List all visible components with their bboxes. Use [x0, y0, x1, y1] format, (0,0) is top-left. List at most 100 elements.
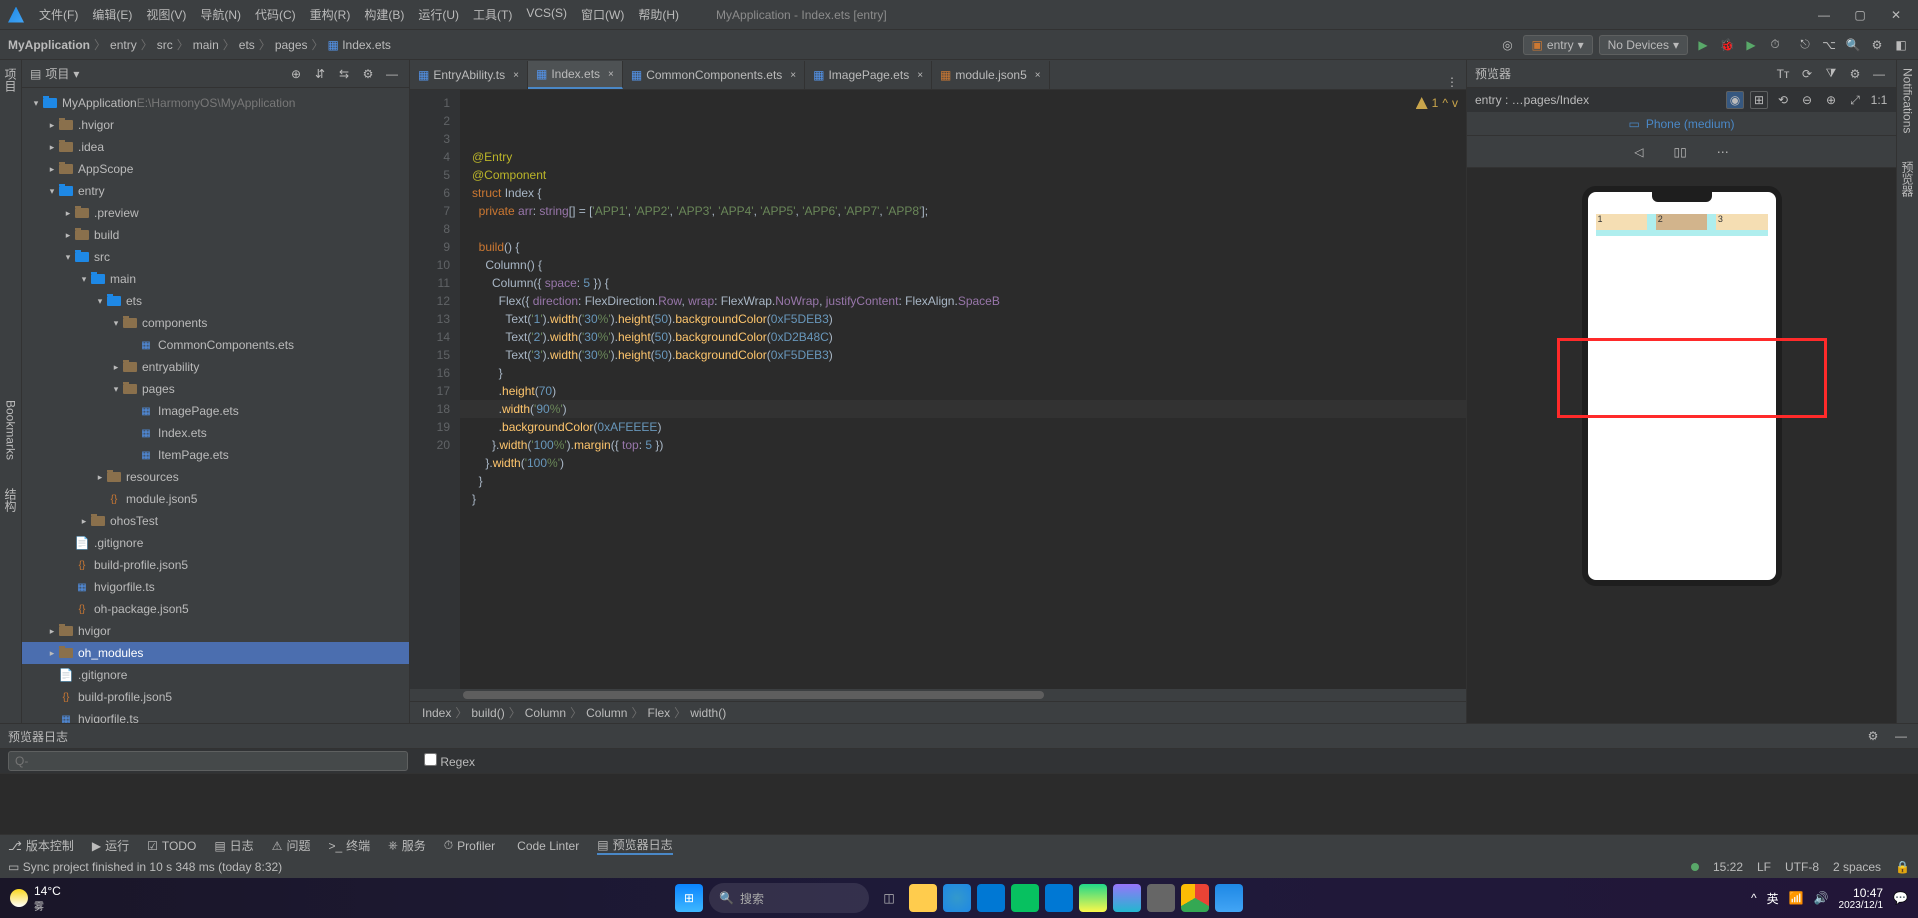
tree-row[interactable]: ▦CommonComponents.ets — [22, 334, 409, 356]
rotate-icon[interactable]: ⟲ — [1774, 91, 1792, 109]
tabs-more-icon[interactable]: ⋮ — [1438, 75, 1466, 89]
tree-row[interactable]: ▸.hvigor — [22, 114, 409, 136]
gutter-notifications[interactable]: Notifications — [1901, 64, 1915, 137]
expand-icon[interactable]: ⇵ — [311, 65, 329, 83]
tab-close-icon[interactable]: × — [790, 70, 796, 81]
tree-row[interactable]: ▸.preview — [22, 202, 409, 224]
editor-tab[interactable]: ▦ImagePage.ets× — [805, 61, 932, 89]
menu-文件(F)[interactable]: 文件(F) — [32, 6, 85, 23]
crumb[interactable]: pages — [275, 38, 308, 52]
more-icon[interactable]: ⋯ — [1711, 143, 1735, 161]
tree-row[interactable]: ▾entry — [22, 180, 409, 202]
attach-icon[interactable]: ⎋ — [1796, 36, 1814, 54]
tree-row[interactable]: ▸build — [22, 224, 409, 246]
tree-row[interactable]: {}oh-package.json5 — [22, 598, 409, 620]
code-editor[interactable]: 1^v @Entry@Componentstruct Index { priva… — [460, 90, 1466, 689]
tray-chevron-icon[interactable]: ^ — [1751, 891, 1757, 905]
gutter-project[interactable]: 项目 — [2, 64, 19, 96]
device-selector[interactable]: No Devices▾ — [1599, 35, 1688, 55]
editor-tab[interactable]: ▦EntryAbility.ts× — [410, 61, 528, 89]
menu-编辑(E)[interactable]: 编辑(E) — [85, 6, 139, 23]
tree-row[interactable]: ▦ImagePage.ets — [22, 400, 409, 422]
gutter-previewer[interactable]: 预览器 — [1899, 157, 1916, 201]
menu-代码(C)[interactable]: 代码(C) — [248, 6, 303, 23]
log-body[interactable] — [0, 774, 1918, 834]
tool-TODO[interactable]: ☑TODO — [147, 839, 196, 853]
code-crumb[interactable]: Index — [422, 706, 451, 720]
coverage-icon[interactable]: ▶ — [1742, 36, 1760, 54]
hide-icon[interactable]: — — [1892, 727, 1910, 745]
tree-row[interactable]: ▾ets — [22, 290, 409, 312]
crumb[interactable]: ▦ Index.ets — [328, 38, 391, 52]
tab-close-icon[interactable]: × — [513, 70, 519, 81]
editor-tab[interactable]: ▦CommonComponents.ets× — [623, 61, 805, 89]
tab-close-icon[interactable]: × — [608, 69, 614, 80]
tool-Code Linter[interactable]: Code Linter — [513, 839, 579, 853]
tree-row[interactable]: {}build-profile.json5 — [22, 686, 409, 708]
collapse-icon[interactable]: ⇆ — [335, 65, 353, 83]
fit-icon[interactable]: ⤢ — [1846, 91, 1864, 109]
taskview-icon[interactable]: ◫ — [875, 884, 903, 912]
close-icon[interactable]: ✕ — [1882, 5, 1910, 25]
tree-row[interactable]: ▸oh_modules — [22, 642, 409, 664]
menu-运行(U)[interactable]: 运行(U) — [411, 6, 466, 23]
inspector-icon[interactable]: ◉ — [1726, 91, 1744, 109]
tree-row[interactable]: ▾main — [22, 268, 409, 290]
maximize-icon[interactable]: ▢ — [1846, 5, 1874, 25]
code-breadcrumb[interactable]: Index〉build()〉Column〉Column〉Flex〉width() — [410, 701, 1466, 723]
tool-预览器日志[interactable]: ▤预览器日志 — [597, 836, 672, 855]
gutter-structure[interactable]: 结构 — [2, 484, 19, 516]
store-icon[interactable] — [977, 884, 1005, 912]
editor-tab[interactable]: ▦module.json5× — [932, 61, 1050, 89]
tree-row[interactable]: ▾MyApplication E:\HarmonyOS\MyApplicatio… — [22, 92, 409, 114]
tool-版本控制[interactable]: ⎇版本控制 — [8, 837, 74, 854]
run-config-selector[interactable]: ▣entry▾ — [1523, 35, 1593, 55]
tool-问题[interactable]: ⚠问题 — [272, 837, 311, 854]
menu-构建(B)[interactable]: 构建(B) — [357, 6, 411, 23]
tray-clock[interactable]: 10:47 2023/12/1 — [1839, 886, 1884, 911]
status-indent[interactable]: 2 spaces — [1833, 860, 1881, 874]
device-label[interactable]: ▭ Phone (medium) — [1467, 112, 1896, 136]
zoom-in-icon[interactable]: ⊕ — [1822, 91, 1840, 109]
code-crumb[interactable]: Column — [586, 706, 627, 720]
explorer-icon[interactable] — [909, 884, 937, 912]
code-crumb[interactable]: width() — [690, 706, 726, 720]
code-crumb[interactable]: Flex — [648, 706, 671, 720]
regex-checkbox[interactable]: Regex — [424, 753, 475, 769]
menu-视图(V)[interactable]: 视图(V) — [139, 6, 193, 23]
datagrip-icon[interactable] — [1113, 884, 1141, 912]
hide-icon[interactable]: — — [1870, 65, 1888, 83]
tray-wifi-icon[interactable]: 📶 — [1789, 891, 1804, 905]
tool-终端[interactable]: >_终端 — [328, 837, 370, 854]
menu-重构(R)[interactable]: 重构(R) — [303, 6, 358, 23]
tree-row[interactable]: 📄.gitignore — [22, 664, 409, 686]
tool-服务[interactable]: ⎈服务 — [388, 837, 426, 854]
fold-icon[interactable]: ▯▯ — [1668, 143, 1693, 161]
search-icon[interactable]: 🔍 — [1844, 36, 1862, 54]
gutter-bookmarks[interactable]: Bookmarks — [4, 396, 18, 464]
crumb[interactable]: src — [157, 38, 173, 52]
gear-icon[interactable]: ⚙ — [1846, 65, 1864, 83]
minimize-icon[interactable]: — — [1810, 5, 1838, 25]
locate-icon[interactable]: ⊕ — [287, 65, 305, 83]
nav-multi-icon[interactable]: ⊞ — [1750, 91, 1768, 109]
tray-ime-icon[interactable]: 英 — [1767, 890, 1779, 907]
tree-row[interactable]: ▦hvigorfile.ts — [22, 708, 409, 723]
edge-icon[interactable] — [943, 884, 971, 912]
tree-row[interactable]: {}module.json5 — [22, 488, 409, 510]
gear-icon[interactable]: ⚙ — [1864, 727, 1882, 745]
tray-notification-icon[interactable]: 💬 — [1893, 891, 1908, 905]
tree-row[interactable]: ▸ohosTest — [22, 510, 409, 532]
debug-icon[interactable]: 🐞 — [1718, 36, 1736, 54]
code-crumb[interactable]: Column — [525, 706, 566, 720]
filter-icon[interactable]: ⧩ — [1822, 65, 1840, 83]
tab-close-icon[interactable]: × — [1035, 70, 1041, 81]
menu-VCS(S)[interactable]: VCS(S) — [519, 6, 574, 23]
profile-icon[interactable]: ⏱ — [1766, 36, 1784, 54]
tree-row[interactable]: ▦hvigorfile.ts — [22, 576, 409, 598]
wechat-icon[interactable] — [1011, 884, 1039, 912]
sidebar-title[interactable]: ▤ 项目 ▾ — [30, 65, 79, 82]
tree-row[interactable]: ▸.idea — [22, 136, 409, 158]
tree-row[interactable]: ▾components — [22, 312, 409, 334]
log-search-input[interactable] — [8, 751, 408, 771]
